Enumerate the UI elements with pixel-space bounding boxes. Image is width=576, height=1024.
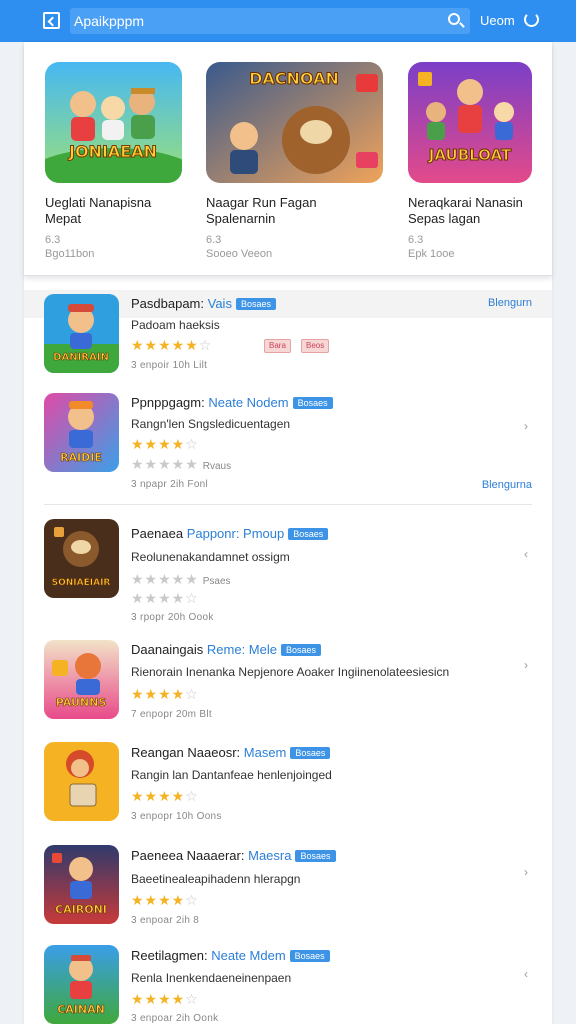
chevron-icon[interactable]: ›: [524, 865, 528, 879]
app-title: Reangan Naaeosr: Masem Bosaes: [131, 745, 331, 760]
app-meta: 3 npapr 2ih Fonl: [131, 479, 209, 490]
app-description: Baeetinealeapihadenn hlerapgn: [131, 872, 301, 886]
featured-game-art: DACNOAN: [206, 62, 383, 183]
app-badge: Bosaes: [280, 644, 322, 656]
star-rating: ★★★★☆: [131, 892, 199, 908]
star-rating-secondary: ★★★★☆: [131, 590, 199, 606]
app-meta: 3 rpopr 20h Oook: [131, 612, 214, 623]
featured-game-art: JAUBLOAT: [408, 62, 532, 183]
app-badge: Bosaes: [295, 850, 336, 862]
game-icon-logo: RAIDIE: [60, 451, 102, 464]
game-icon-logo: CAINAN: [57, 1003, 105, 1016]
divider: [44, 504, 532, 505]
app-meta: 3 enpoar 2ih 8: [131, 915, 200, 926]
featured-title: Ueglati Nanapisna Mepat: [45, 195, 152, 226]
featured-card[interactable]: JAUBLOAT Neraqkarai Nanasin Sepas lagan 6…: [408, 62, 558, 261]
star-rating: ★★★★☆: [131, 788, 199, 804]
game-art-image: DACNOAN: [206, 62, 383, 183]
app-description: Rangn'len Sngsledicuentagen: [131, 417, 291, 431]
app-title: Paeneea Naaaerar: Maesra Bosaes: [131, 848, 336, 863]
app-description: Padoam haeksis: [131, 318, 220, 332]
game-icon: CAIRONI: [44, 845, 119, 924]
user-label[interactable]: Ueom: [480, 13, 515, 28]
star-rating: ★★★★☆: [131, 991, 199, 1007]
app-description: Reolunenakandamnet ossigm: [131, 550, 290, 564]
game-art-logo: DACNOAN: [249, 69, 339, 88]
app-description: Rienorain Inenanka Nepjenore Aoaker Ingi…: [131, 665, 450, 679]
app-meta: 3 enpoir 10h Lilt: [131, 360, 208, 371]
star-rating: ★★★★★ Psaes: [131, 571, 231, 587]
app-meta: 3 enpopr 10h Oons: [131, 811, 222, 822]
featured-title: Neraqkarai Nanasin Sepas lagan: [408, 195, 523, 226]
app-meta: 3 enpoar 2ih Oonk: [131, 1013, 219, 1024]
game-icon: PAUNNS: [44, 640, 119, 719]
list-header-link[interactable]: Blengurn: [488, 297, 532, 309]
featured-card[interactable]: DACNOAN Naagar Run Fagan Spalenarnin 6.3 S…: [206, 62, 383, 261]
featured-title: Naagar Run Fagan Spalenarnin: [206, 195, 317, 226]
game-art-logo: JONIAEAN: [68, 142, 157, 161]
featured-meta: 6.3 Epk 1ooe: [408, 234, 455, 260]
chevron-right-icon[interactable]: ›: [524, 419, 528, 433]
back-icon[interactable]: [43, 12, 60, 29]
chevron-icon[interactable]: ›: [524, 658, 528, 672]
app-badge: Bosaes: [288, 528, 329, 540]
search-icon[interactable]: [448, 13, 460, 25]
app-title: Paenaea Papponr: Pmoup Bosaes: [131, 526, 329, 541]
star-rating: ★★★★★☆: [131, 337, 213, 353]
star-rating-secondary: ★★★★★ Rvaus: [131, 456, 232, 472]
game-icon-logo: SONIAEIAIR: [52, 578, 111, 588]
game-icon-logo: PAUNNS: [56, 696, 107, 709]
game-art-image: JONIAEAN: [45, 62, 182, 183]
game-art-image: JAUBLOAT: [408, 62, 532, 183]
content-sheet: JONIAEAN Ueglati Nanapisna Mepat 6.3 Bgo11…: [24, 42, 552, 1024]
chevron-icon[interactable]: ‹: [524, 967, 528, 981]
app-title: Daanaingais Reme: Mele Bosaes: [131, 642, 322, 657]
game-art-logo: JAUBLOAT: [428, 146, 512, 164]
tag-pill: Bara: [264, 339, 291, 353]
chevron-left-icon[interactable]: ‹: [524, 547, 528, 561]
game-icon: SONIAEIAIR: [44, 519, 119, 598]
game-icon: CAINAN: [44, 945, 119, 1024]
app-description: Renla Inenkendaeneinenpaen: [131, 971, 292, 985]
star-rating: ★★★★☆: [131, 436, 199, 452]
game-icon: [44, 742, 119, 821]
game-icon: DANIRAIN: [44, 294, 119, 373]
featured-carousel: JONIAEAN Ueglati Nanapisna Mepat 6.3 Bgo11…: [24, 42, 552, 276]
star-rating: ★★★★☆: [131, 686, 199, 702]
game-icon-logo: DANIRAIN: [53, 352, 109, 363]
app-badge: Bosaes: [290, 747, 331, 759]
app-badge: Bosaes: [289, 950, 330, 962]
featured-meta: 6.3 Sooeo Veeon: [206, 234, 273, 260]
featured-game-art: JONIAEAN: [45, 62, 182, 183]
featured-meta: 6.3 Bgo11bon: [45, 234, 95, 260]
refresh-icon[interactable]: [524, 12, 539, 27]
app-title: Pasdbapam: Vais Bosaes: [131, 296, 276, 311]
search-bar[interactable]: [70, 8, 470, 34]
app-badge: Bosaes: [235, 298, 276, 310]
app-badge: Bosaes: [292, 397, 333, 409]
app-title: Ppnppgagm: Neate Nodem Bosaes: [131, 395, 333, 410]
top-bar: Ueom: [0, 0, 576, 42]
app-meta: 7 enpopr 20m Blt: [131, 709, 212, 720]
game-icon: RAIDIE: [44, 393, 119, 472]
app-description: Rangin lan Dantanfeae henlenjoinged: [131, 768, 332, 782]
featured-card[interactable]: JONIAEAN Ueglati Nanapisna Mepat 6.3 Bgo11…: [45, 62, 195, 261]
app-title: Reetilagmen: Neate Mdem Bosaes: [131, 948, 330, 963]
tag-pill: Beos: [301, 339, 330, 353]
search-input[interactable]: [74, 11, 414, 31]
row-link[interactable]: Blengurna: [482, 479, 532, 491]
game-icon-logo: CAIRONI: [55, 903, 107, 916]
